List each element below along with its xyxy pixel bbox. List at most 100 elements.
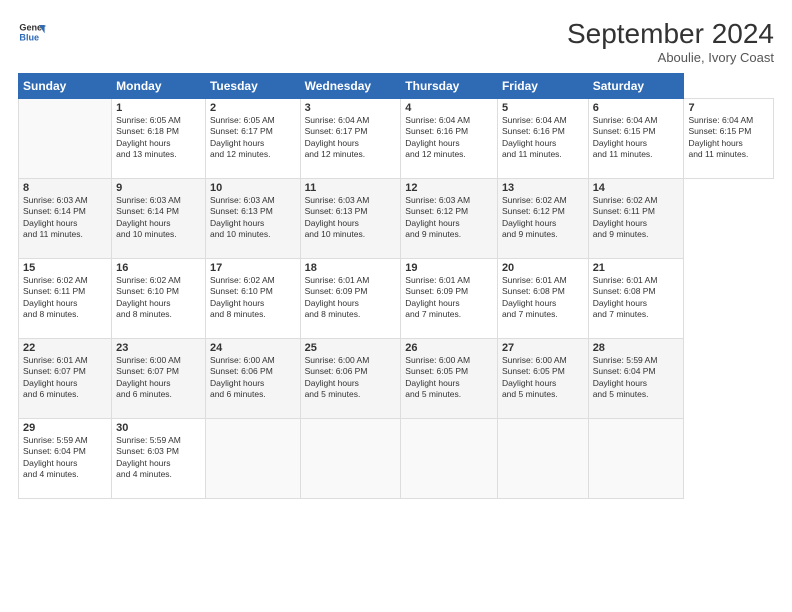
table-row: 7Sunrise: 6:04 AMSunset: 6:15 PMDaylight… [684, 99, 774, 179]
day-info: Sunrise: 6:01 AMSunset: 6:07 PMDaylight … [23, 355, 107, 401]
day-number: 15 [23, 262, 107, 274]
day-number: 8 [23, 182, 107, 194]
day-number: 26 [405, 342, 493, 354]
day-number: 9 [116, 182, 201, 194]
day-info: Sunrise: 6:05 AMSunset: 6:18 PMDaylight … [116, 115, 201, 161]
day-info: Sunrise: 6:02 AMSunset: 6:11 PMDaylight … [23, 275, 107, 321]
calendar-week-row: 15Sunrise: 6:02 AMSunset: 6:11 PMDayligh… [19, 259, 774, 339]
day-info: Sunrise: 6:02 AMSunset: 6:11 PMDaylight … [593, 195, 680, 241]
day-number: 5 [502, 102, 584, 114]
table-row: 28Sunrise: 5:59 AMSunset: 6:04 PMDayligh… [588, 339, 684, 419]
calendar-week-row: 8Sunrise: 6:03 AMSunset: 6:14 PMDaylight… [19, 179, 774, 259]
day-number: 4 [405, 102, 493, 114]
day-info: Sunrise: 6:00 AMSunset: 6:06 PMDaylight … [305, 355, 397, 401]
table-row: 30Sunrise: 5:59 AMSunset: 6:03 PMDayligh… [112, 419, 206, 499]
table-row [588, 419, 684, 499]
day-info: Sunrise: 6:01 AMSunset: 6:09 PMDaylight … [305, 275, 397, 321]
day-number: 21 [593, 262, 680, 274]
day-info: Sunrise: 6:00 AMSunset: 6:05 PMDaylight … [405, 355, 493, 401]
day-info: Sunrise: 6:01 AMSunset: 6:09 PMDaylight … [405, 275, 493, 321]
day-info: Sunrise: 5:59 AMSunset: 6:04 PMDaylight … [23, 435, 107, 481]
day-number: 13 [502, 182, 584, 194]
table-row: 15Sunrise: 6:02 AMSunset: 6:11 PMDayligh… [19, 259, 112, 339]
day-info: Sunrise: 6:00 AMSunset: 6:05 PMDaylight … [502, 355, 584, 401]
table-row: 4Sunrise: 6:04 AMSunset: 6:16 PMDaylight… [401, 99, 498, 179]
day-info: Sunrise: 6:01 AMSunset: 6:08 PMDaylight … [502, 275, 584, 321]
day-number: 18 [305, 262, 397, 274]
day-info: Sunrise: 6:05 AMSunset: 6:17 PMDaylight … [210, 115, 296, 161]
day-number: 19 [405, 262, 493, 274]
day-info: Sunrise: 6:03 AMSunset: 6:14 PMDaylight … [23, 195, 107, 241]
day-number: 16 [116, 262, 201, 274]
logo-icon: General Blue [18, 18, 46, 46]
day-info: Sunrise: 6:02 AMSunset: 6:12 PMDaylight … [502, 195, 584, 241]
page: General Blue September 2024 Aboulie, Ivo… [0, 0, 792, 612]
day-number: 7 [688, 102, 769, 114]
day-number: 17 [210, 262, 296, 274]
table-row: 29Sunrise: 5:59 AMSunset: 6:04 PMDayligh… [19, 419, 112, 499]
table-row: 19Sunrise: 6:01 AMSunset: 6:09 PMDayligh… [401, 259, 498, 339]
table-row: 27Sunrise: 6:00 AMSunset: 6:05 PMDayligh… [497, 339, 588, 419]
col-friday: Friday [497, 74, 588, 99]
table-row: 3Sunrise: 6:04 AMSunset: 6:17 PMDaylight… [300, 99, 401, 179]
day-info: Sunrise: 6:03 AMSunset: 6:14 PMDaylight … [116, 195, 201, 241]
day-info: Sunrise: 5:59 AMSunset: 6:03 PMDaylight … [116, 435, 201, 481]
table-row: 2Sunrise: 6:05 AMSunset: 6:17 PMDaylight… [205, 99, 300, 179]
table-row: 20Sunrise: 6:01 AMSunset: 6:08 PMDayligh… [497, 259, 588, 339]
day-number: 20 [502, 262, 584, 274]
col-tuesday: Tuesday [205, 74, 300, 99]
calendar-header-row: Sunday Monday Tuesday Wednesday Thursday… [19, 74, 774, 99]
table-row: 12Sunrise: 6:03 AMSunset: 6:12 PMDayligh… [401, 179, 498, 259]
day-number: 23 [116, 342, 201, 354]
title-block: September 2024 Aboulie, Ivory Coast [567, 18, 774, 65]
table-row [401, 419, 498, 499]
table-row: 18Sunrise: 6:01 AMSunset: 6:09 PMDayligh… [300, 259, 401, 339]
table-row: 14Sunrise: 6:02 AMSunset: 6:11 PMDayligh… [588, 179, 684, 259]
logo: General Blue [18, 18, 46, 46]
month-title: September 2024 [567, 18, 774, 50]
day-number: 14 [593, 182, 680, 194]
table-row: 11Sunrise: 6:03 AMSunset: 6:13 PMDayligh… [300, 179, 401, 259]
calendar-week-row: 29Sunrise: 5:59 AMSunset: 6:04 PMDayligh… [19, 419, 774, 499]
col-thursday: Thursday [401, 74, 498, 99]
table-row: 1Sunrise: 6:05 AMSunset: 6:18 PMDaylight… [112, 99, 206, 179]
day-number: 29 [23, 422, 107, 434]
empty-cell [19, 99, 112, 179]
calendar-week-row: 1Sunrise: 6:05 AMSunset: 6:18 PMDaylight… [19, 99, 774, 179]
day-number: 27 [502, 342, 584, 354]
table-row [205, 419, 300, 499]
day-info: Sunrise: 6:03 AMSunset: 6:13 PMDaylight … [210, 195, 296, 241]
table-row: 5Sunrise: 6:04 AMSunset: 6:16 PMDaylight… [497, 99, 588, 179]
day-info: Sunrise: 6:03 AMSunset: 6:12 PMDaylight … [405, 195, 493, 241]
table-row: 9Sunrise: 6:03 AMSunset: 6:14 PMDaylight… [112, 179, 206, 259]
day-info: Sunrise: 6:03 AMSunset: 6:13 PMDaylight … [305, 195, 397, 241]
day-info: Sunrise: 6:02 AMSunset: 6:10 PMDaylight … [116, 275, 201, 321]
table-row: 22Sunrise: 6:01 AMSunset: 6:07 PMDayligh… [19, 339, 112, 419]
day-number: 10 [210, 182, 296, 194]
table-row: 23Sunrise: 6:00 AMSunset: 6:07 PMDayligh… [112, 339, 206, 419]
day-number: 2 [210, 102, 296, 114]
day-info: Sunrise: 6:01 AMSunset: 6:08 PMDaylight … [593, 275, 680, 321]
day-number: 22 [23, 342, 107, 354]
table-row: 21Sunrise: 6:01 AMSunset: 6:08 PMDayligh… [588, 259, 684, 339]
day-number: 30 [116, 422, 201, 434]
day-info: Sunrise: 6:04 AMSunset: 6:17 PMDaylight … [305, 115, 397, 161]
col-wednesday: Wednesday [300, 74, 401, 99]
calendar-table: Sunday Monday Tuesday Wednesday Thursday… [18, 73, 774, 499]
table-row: 24Sunrise: 6:00 AMSunset: 6:06 PMDayligh… [205, 339, 300, 419]
table-row: 8Sunrise: 6:03 AMSunset: 6:14 PMDaylight… [19, 179, 112, 259]
day-info: Sunrise: 5:59 AMSunset: 6:04 PMDaylight … [593, 355, 680, 401]
table-row: 13Sunrise: 6:02 AMSunset: 6:12 PMDayligh… [497, 179, 588, 259]
table-row: 17Sunrise: 6:02 AMSunset: 6:10 PMDayligh… [205, 259, 300, 339]
col-monday: Monday [112, 74, 206, 99]
day-number: 6 [593, 102, 680, 114]
table-row: 10Sunrise: 6:03 AMSunset: 6:13 PMDayligh… [205, 179, 300, 259]
day-number: 25 [305, 342, 397, 354]
table-row: 26Sunrise: 6:00 AMSunset: 6:05 PMDayligh… [401, 339, 498, 419]
day-number: 11 [305, 182, 397, 194]
table-row [497, 419, 588, 499]
day-number: 28 [593, 342, 680, 354]
day-info: Sunrise: 6:04 AMSunset: 6:15 PMDaylight … [688, 115, 769, 161]
day-number: 1 [116, 102, 201, 114]
calendar-week-row: 22Sunrise: 6:01 AMSunset: 6:07 PMDayligh… [19, 339, 774, 419]
